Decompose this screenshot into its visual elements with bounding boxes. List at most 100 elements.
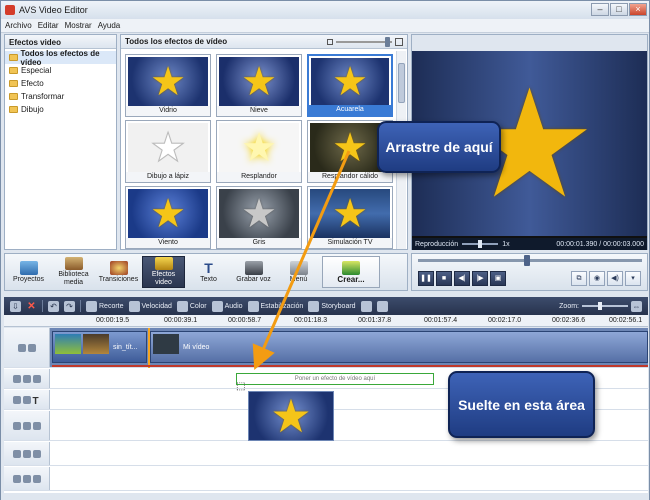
- effect-tile-simulacion-tv[interactable]: ★ Simulación TV: [307, 186, 393, 249]
- fit-zoom-icon[interactable]: ⇔: [631, 300, 642, 312]
- lock-icon[interactable]: [22, 474, 31, 483]
- projects-button[interactable]: Proyectos: [7, 256, 50, 288]
- previous-frame-icon[interactable]: ◀|: [454, 271, 470, 286]
- eye-icon[interactable]: [12, 449, 21, 458]
- lock-icon[interactable]: [22, 449, 31, 458]
- projects-label: Proyectos: [12, 275, 45, 283]
- stabilization-button[interactable]: Estabilización: [247, 300, 303, 312]
- timeline-ruler[interactable]: 00:00:19.5 00:00:39.1 00:00:58.7 00:01:1…: [4, 315, 648, 327]
- eye-icon[interactable]: [12, 395, 21, 404]
- zoom-slider[interactable]: [582, 302, 628, 310]
- category-item-dibujo[interactable]: Dibujo: [5, 103, 116, 116]
- menu-button[interactable]: Menú: [277, 256, 320, 288]
- effect-tile-resplandor[interactable]: ★ Resplandor: [216, 120, 302, 183]
- menu-ayuda[interactable]: Ayuda: [98, 21, 121, 30]
- ruler-tick: 00:02:17.0: [488, 317, 522, 324]
- eye-icon[interactable]: [12, 421, 21, 430]
- slider-handle[interactable]: [598, 302, 602, 310]
- lock-icon[interactable]: [22, 395, 31, 404]
- video-effects-button[interactable]: Efectos video: [142, 256, 185, 288]
- thumbnail-size-slider[interactable]: [336, 36, 392, 47]
- menu-archivo[interactable]: Archivo: [5, 21, 32, 30]
- transition-icon: [109, 260, 128, 275]
- text-button[interactable]: T Texto: [187, 256, 230, 288]
- star-icon: ★: [150, 191, 186, 236]
- effect-tile-viento[interactable]: ★ Viento: [125, 186, 211, 249]
- minimize-button[interactable]: –: [591, 3, 609, 16]
- delete-button[interactable]: ✕: [26, 301, 37, 312]
- transitions-button[interactable]: Transiciones: [97, 256, 140, 288]
- category-label: Efecto: [21, 79, 44, 88]
- create-button[interactable]: Crear...: [322, 256, 380, 288]
- clip-thumbnail: [83, 334, 109, 354]
- storyboard-button[interactable]: Storyboard: [308, 300, 356, 312]
- category-item-efecto[interactable]: Efecto: [5, 77, 116, 90]
- effect-tile-dibujo-lapiz[interactable]: ★ Dibujo a lápiz: [125, 120, 211, 183]
- close-button[interactable]: ×: [629, 3, 647, 16]
- lock-icon[interactable]: [22, 374, 31, 383]
- category-item-all[interactable]: Todos los efectos de vídeo: [5, 48, 116, 67]
- magic-star-icon: [154, 257, 173, 270]
- video-clip-2[interactable]: Mi vídeo: [150, 331, 648, 363]
- effect-thumbnail: ★: [219, 189, 299, 238]
- microphone-icon: [32, 474, 41, 483]
- display-mode-button[interactable]: [376, 300, 388, 312]
- effect-drop-zone[interactable]: Poner un efecto de vídeo aquí: [236, 373, 434, 385]
- star-icon: ★: [150, 59, 186, 104]
- next-frame-icon[interactable]: |▶: [472, 271, 488, 286]
- snapshot-camera-icon[interactable]: ◉: [589, 271, 605, 286]
- eye-icon[interactable]: [12, 374, 21, 383]
- playback-controls: ❚❚ ■ ◀| |▶ ▣ ⧉ ◉ ◀) ▾: [411, 253, 648, 291]
- effect-tile-gris[interactable]: ★ Gris: [216, 186, 302, 249]
- menu-editar[interactable]: Editar: [38, 21, 59, 30]
- gallery-header: Todos los efectos de vídeo: [121, 35, 407, 49]
- folder-icon: [9, 80, 18, 87]
- redo-button[interactable]: ↷: [64, 300, 75, 312]
- effect-thumbnail: ★: [310, 189, 390, 238]
- film-strip-icon: [64, 257, 83, 270]
- storyboard-label: Storyboard: [321, 302, 356, 310]
- audio-level-line: [52, 365, 648, 367]
- menu-mostrar[interactable]: Mostrar: [65, 21, 92, 30]
- category-label: Todos los efectos de vídeo: [20, 48, 100, 67]
- ruler-tick: 00:00:19.5: [96, 317, 130, 324]
- scrollbar-thumb[interactable]: [398, 63, 405, 103]
- aspect-ratio-icon[interactable]: ⧉: [571, 271, 587, 286]
- preview-tools: ⧉ ◉ ◀) ▾: [571, 271, 641, 286]
- video-clip-1[interactable]: sin_tít...: [52, 331, 147, 363]
- audio-button[interactable]: Audio: [211, 300, 243, 312]
- fullscreen-icon[interactable]: ▣: [490, 271, 506, 286]
- eye-icon[interactable]: [12, 474, 21, 483]
- separator: [42, 300, 43, 312]
- stop-icon[interactable]: ■: [436, 271, 452, 286]
- seek-slider[interactable]: [418, 255, 642, 266]
- category-item-transformar[interactable]: Transformar: [5, 90, 116, 103]
- effect-tile-acuarela[interactable]: ★ Acuarela: [307, 54, 393, 117]
- record-voice-button[interactable]: Grabar voz: [232, 256, 275, 288]
- slider-handle[interactable]: [385, 36, 390, 47]
- pause-icon[interactable]: ❚❚: [418, 271, 434, 286]
- effect-tile-vidrio[interactable]: ★ Vidrio: [125, 54, 211, 117]
- color-button[interactable]: Color: [176, 300, 207, 312]
- large-thumbnail-icon[interactable]: [395, 37, 403, 46]
- speed-icon: [128, 300, 140, 312]
- playhead[interactable]: [148, 328, 150, 368]
- add-to-timeline-button[interactable]: ⇩: [10, 300, 21, 312]
- speed-slider[interactable]: [462, 240, 499, 248]
- voice-over-button[interactable]: [360, 300, 372, 312]
- undo-button[interactable]: ↶: [48, 300, 59, 312]
- ruler-tick: 00:02:56.1: [609, 317, 643, 324]
- small-thumbnail-icon[interactable]: [327, 38, 333, 45]
- lock-icon[interactable]: [22, 421, 31, 430]
- media-library-button[interactable]: Biblioteca media: [52, 256, 95, 288]
- speed-button[interactable]: Velocidad: [128, 300, 172, 312]
- effect-tile-nieve[interactable]: ★ Nieve: [216, 54, 302, 117]
- effect-label: Dibujo a lápiz: [126, 172, 210, 182]
- volume-dropdown-icon[interactable]: ▾: [625, 271, 641, 286]
- trim-button[interactable]: Recorte: [86, 300, 124, 312]
- volume-icon[interactable]: ◀): [607, 271, 623, 286]
- maximize-button[interactable]: □: [610, 3, 628, 16]
- seek-handle[interactable]: [524, 255, 530, 266]
- ruler-tick: 00:00:58.7: [228, 317, 262, 324]
- slider-handle[interactable]: [478, 240, 483, 248]
